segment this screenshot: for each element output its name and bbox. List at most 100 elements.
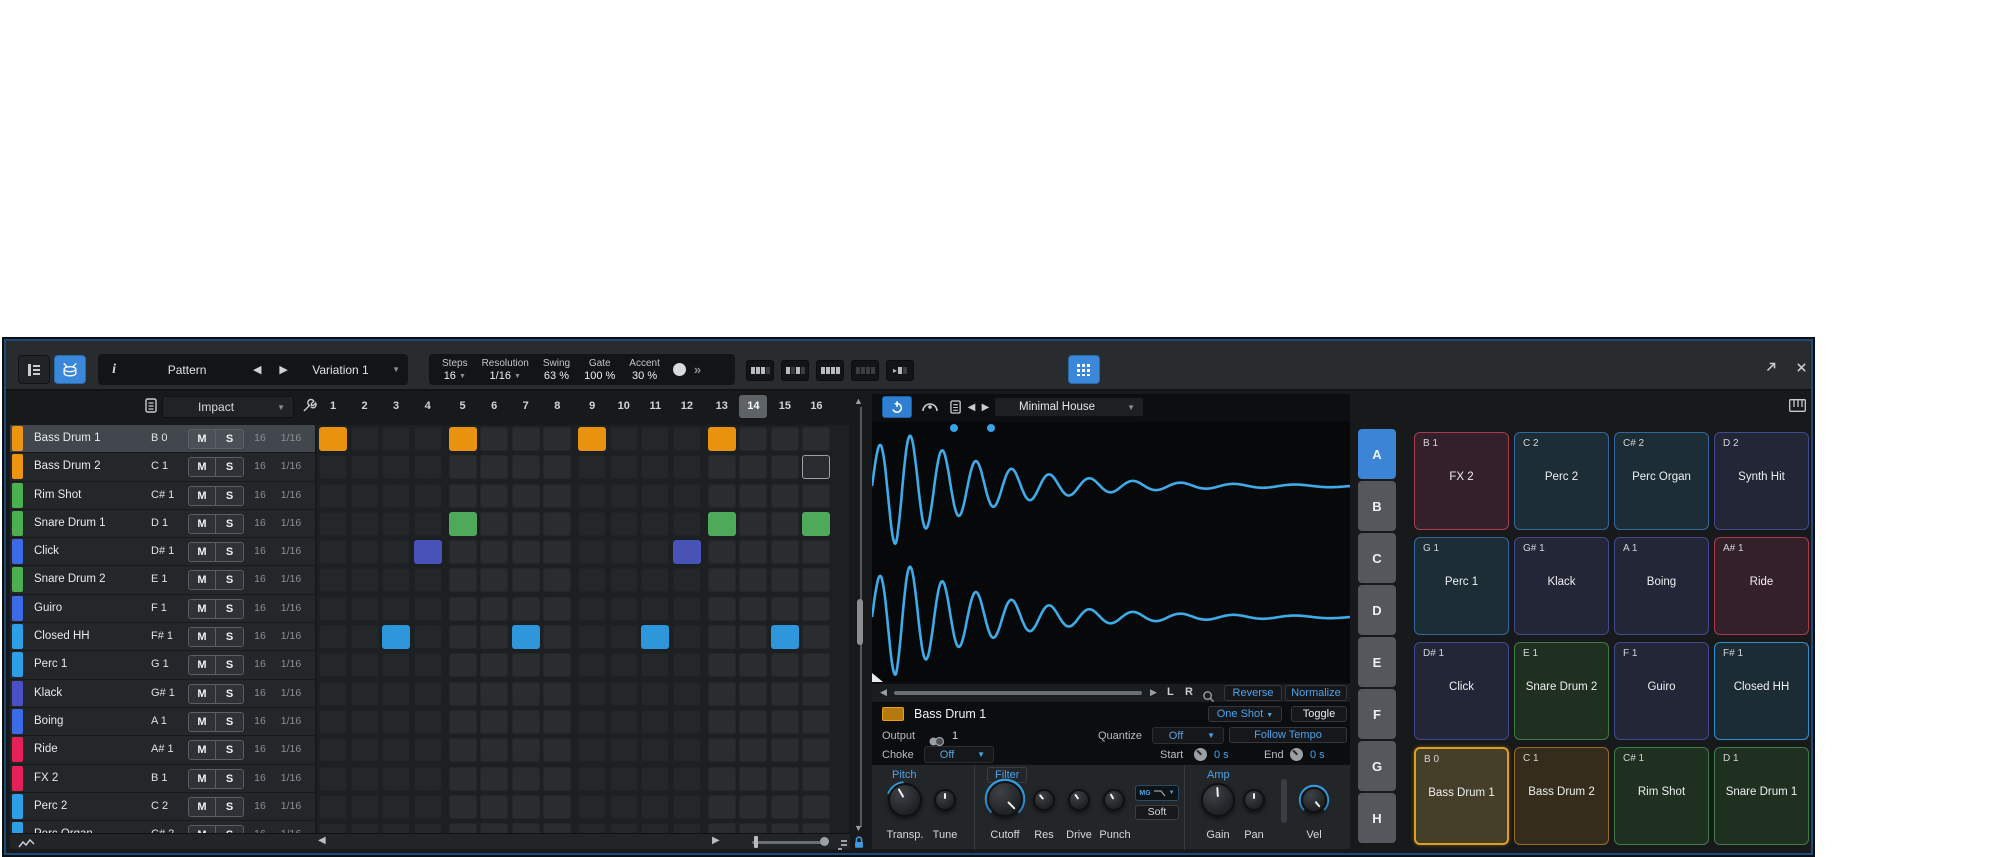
step-cell[interactable] [319,568,347,593]
step-cell[interactable] [350,823,379,833]
step-cell[interactable] [480,455,509,480]
track-length[interactable]: 16 [248,602,272,614]
step-cell[interactable] [511,483,540,508]
step-cell[interactable] [543,738,572,763]
step-cell[interactable] [641,625,670,650]
step-column-3[interactable]: 3 [382,395,410,418]
step-cell[interactable] [448,596,477,621]
step-cell[interactable] [578,568,607,593]
step-cell[interactable] [350,596,379,621]
step-cell[interactable] [511,596,540,621]
track-resolution[interactable]: 1/16 [276,432,306,444]
step-cell[interactable] [707,483,736,508]
track-resolution[interactable]: 1/16 [276,800,306,812]
step-cell[interactable] [480,794,509,819]
step-cell[interactable] [641,568,670,593]
step-cell[interactable] [802,427,831,451]
step-cell[interactable] [480,823,509,833]
step-cell[interactable] [672,709,701,734]
step-cell[interactable] [609,568,638,593]
previous-variation-button[interactable]: ◀ [244,363,270,376]
track-resolution[interactable]: 1/16 [276,658,306,670]
solo-button[interactable]: S [216,570,244,591]
track-length[interactable]: 16 [248,800,272,812]
editor-list-button[interactable] [18,355,50,384]
res-knob[interactable] [1033,789,1055,811]
mute-button[interactable]: M [188,457,216,478]
step-cell[interactable] [319,427,347,451]
step-cell[interactable] [413,540,442,565]
step-cell[interactable] [382,766,411,791]
step-cell[interactable] [707,427,736,451]
output-value[interactable]: 1 [952,730,958,742]
step-cell[interactable] [770,511,799,536]
step-cell[interactable] [578,794,607,819]
track-row[interactable]: Perc 1 G 1 M S 16 1/16 [10,651,315,680]
drum-pattern-mode-button[interactable] [54,355,86,384]
step-cell[interactable] [802,568,831,593]
step-cell[interactable] [672,596,701,621]
marker-dot[interactable] [950,424,958,432]
step-cell[interactable] [319,540,347,565]
step-cell[interactable] [480,625,509,650]
step-cell[interactable] [707,568,736,593]
step-cell[interactable] [511,568,540,593]
step-cell[interactable] [609,483,638,508]
step-cell[interactable] [739,568,768,593]
next-preset-button[interactable]: ▶ [979,396,992,418]
step-cell[interactable] [543,455,572,480]
pad-bass-drum-2[interactable]: C 1 Bass Drum 2 [1514,747,1609,845]
step-cell[interactable] [350,738,379,763]
next-variation-button[interactable]: ▶ [270,363,296,376]
step-cell[interactable] [413,766,442,791]
chevron-down-icon[interactable]: ▼ [384,365,408,374]
track-length[interactable]: 16 [248,743,272,755]
step-cell[interactable] [480,568,509,593]
step-column-9[interactable]: 9 [578,395,606,418]
wave-scrollbar[interactable] [894,691,1142,695]
step-cell[interactable] [802,738,831,763]
step-cell[interactable] [413,794,442,819]
scroll-up-button[interactable]: ▲ [854,396,863,406]
timestretch-icon[interactable] [918,396,942,418]
step-cell[interactable] [578,427,607,451]
track-resolution[interactable]: 1/16 [276,602,306,614]
track-length[interactable]: 16 [248,715,272,727]
mute-button[interactable]: M [188,796,216,817]
soft-button[interactable]: Soft [1135,805,1179,820]
step-cell[interactable] [672,794,701,819]
pad-bank-b[interactable]: B [1358,481,1396,531]
filter-type-select[interactable]: MG ▼ [1135,785,1179,801]
automation-curve-icon[interactable] [18,836,36,853]
step-cell[interactable] [739,794,768,819]
start-knob[interactable] [1194,748,1207,761]
pad-bank-g[interactable]: G [1358,741,1396,791]
step-cell[interactable] [802,483,831,508]
left-channel-button[interactable]: L [1167,686,1174,698]
track-row[interactable]: Rim Shot C# 1 M S 16 1/16 [10,481,315,510]
step-cell[interactable] [707,794,736,819]
mute-button[interactable]: M [188,825,216,833]
step-cell[interactable] [511,709,540,734]
step-cell[interactable] [480,596,509,621]
step-cell[interactable] [739,427,768,451]
step-cell[interactable] [641,709,670,734]
track-row[interactable]: Click D# 1 M S 16 1/16 [10,538,315,567]
solo-button[interactable]: S [216,457,244,478]
pad-rim-shot[interactable]: C# 1 Rim Shot [1614,747,1709,845]
step-cell[interactable] [641,653,670,678]
step-column-1[interactable]: 1 [319,395,347,418]
step-cell[interactable] [448,738,477,763]
step-column-11[interactable]: 11 [641,395,669,418]
step-cell[interactable] [739,455,768,480]
track-resolution[interactable]: 1/16 [276,489,306,501]
step-cell[interactable] [350,427,379,451]
step-cell[interactable] [350,709,379,734]
step-cell[interactable] [609,427,638,451]
step-cell[interactable] [448,455,477,480]
step-cell[interactable] [350,511,379,536]
step-cell[interactable] [707,823,736,833]
step-cell[interactable] [707,540,736,565]
track-length[interactable]: 16 [248,460,272,472]
step-cell[interactable] [511,427,540,451]
